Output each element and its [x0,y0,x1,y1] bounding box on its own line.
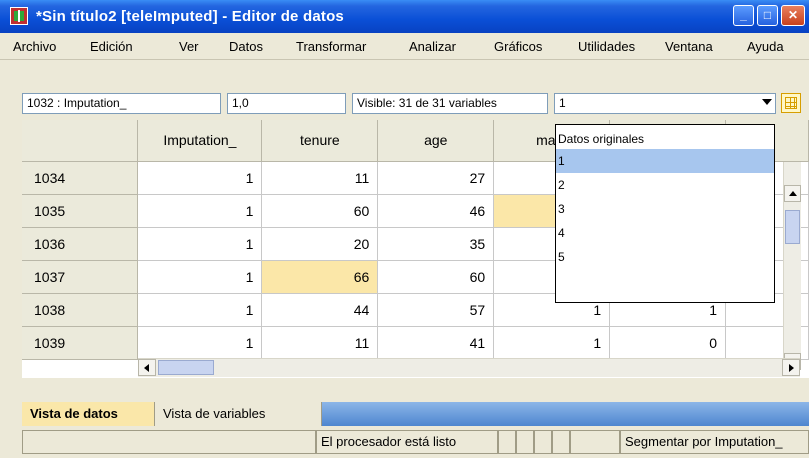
column-header-tenure[interactable]: tenure [261,120,379,162]
dropdown-item-original[interactable]: Datos originales [556,125,774,149]
dropdown-item-3[interactable]: 3 [556,197,774,221]
row-header[interactable]: 1039 [22,326,139,360]
menu-ventana[interactable]: Ventana [665,39,713,54]
table-cell[interactable]: 44 [261,293,379,327]
horizontal-scroll-thumb[interactable] [158,360,214,375]
row-header[interactable]: 1038 [22,293,139,327]
tabs-background [322,402,809,426]
table-row: 1039 1 11 41 1 0 [22,326,809,360]
table-cell[interactable]: 1 [137,194,263,228]
cell-name-field[interactable]: 1032 : Imputation_ [22,93,221,114]
menu-graficos[interactable]: Gráficos [494,39,542,54]
table-cell[interactable]: 60 [377,260,495,294]
tab-data-view[interactable]: Vista de datos [22,402,155,426]
table-cell[interactable]: 0 [609,326,727,360]
status-cell-small [498,430,516,454]
menu-archivo[interactable]: Archivo [13,39,56,54]
scroll-left-icon[interactable] [138,359,156,376]
menu-datos[interactable]: Datos [229,39,263,54]
close-button[interactable]: ✕ [781,5,805,26]
dropdown-item-2[interactable]: 2 [556,173,774,197]
tab-variable-view[interactable]: Vista de variables [155,402,322,426]
menu-utilidades[interactable]: Utilidades [578,39,635,54]
visible-variables-label: Visible: 31 de 31 variables [352,93,548,114]
grid-view-icon[interactable] [781,93,801,113]
cell-value-field[interactable]: 1,0 [227,93,346,114]
table-cell[interactable]: 35 [377,227,495,261]
view-tabs: Vista de datos Vista de variables [22,402,809,426]
row-header[interactable]: 1035 [22,194,139,228]
scroll-right-icon[interactable] [782,359,800,376]
table-cell[interactable]: 1 [137,293,263,327]
menu-transformar[interactable]: Transformar [296,39,366,54]
row-header[interactable]: 1037 [22,260,139,294]
minimize-button[interactable]: _ [733,5,754,26]
column-header-imputation[interactable]: Imputation_ [137,120,263,162]
dropdown-item-1[interactable]: 1 [556,149,774,173]
status-cell-small [570,430,620,454]
vertical-scrollbar[interactable] [783,162,801,370]
vertical-scroll-thumb[interactable] [785,210,800,244]
table-cell[interactable]: 20 [261,227,379,261]
imputation-dropdown-list: Datos originales 1 2 3 4 5 [555,124,775,303]
processor-status: El procesador está listo [316,430,498,454]
table-cell[interactable]: 41 [377,326,495,360]
status-cell-small [552,430,570,454]
table-cell[interactable]: 60 [261,194,379,228]
scroll-up-icon[interactable] [784,185,801,202]
table-cell[interactable]: 1 [137,260,263,294]
table-cell[interactable]: 1 [137,326,263,360]
table-cell[interactable]: 46 [377,194,495,228]
menu-edicion[interactable]: Edición [90,39,133,54]
maximize-button[interactable]: □ [757,5,778,26]
title-bar[interactable]: *Sin título2 [teleImputed] - Editor de d… [0,0,809,33]
menu-ver[interactable]: Ver [179,39,199,54]
status-cell-small [534,430,552,454]
imputation-select[interactable]: 1 [554,93,776,114]
column-header-age[interactable]: age [377,120,495,162]
status-cell-empty [22,430,316,454]
grid-corner[interactable] [22,120,139,162]
table-cell[interactable]: 1 [493,326,611,360]
status-bar: El procesador está listo Segmentar por I… [22,426,809,458]
spss-data-editor-icon [10,7,28,25]
status-cell-small [516,430,534,454]
menu-bar: Archivo Edición Ver Datos Transformar An… [0,33,809,60]
row-header[interactable]: 1034 [22,161,139,195]
table-cell[interactable]: 11 [261,326,379,360]
menu-analizar[interactable]: Analizar [409,39,456,54]
table-cell[interactable]: 1 [137,227,263,261]
dropdown-item-5[interactable]: 5 [556,245,774,269]
row-header[interactable]: 1036 [22,227,139,261]
table-cell[interactable]: 11 [261,161,379,195]
table-cell[interactable]: 1 [137,161,263,195]
menu-ayuda[interactable]: Ayuda [747,39,784,54]
table-cell[interactable]: 27 [377,161,495,195]
horizontal-scrollbar[interactable] [138,358,800,377]
dropdown-item-4[interactable]: 4 [556,221,774,245]
dropdown-arrow-icon[interactable] [762,99,772,105]
imputation-select-value: 1 [559,96,566,110]
window-title: *Sin título2 [teleImputed] - Editor de d… [36,8,344,25]
table-cell-imputed[interactable]: 66 [261,260,379,294]
split-status: Segmentar por Imputation_ [620,430,809,454]
table-cell[interactable]: 57 [377,293,495,327]
